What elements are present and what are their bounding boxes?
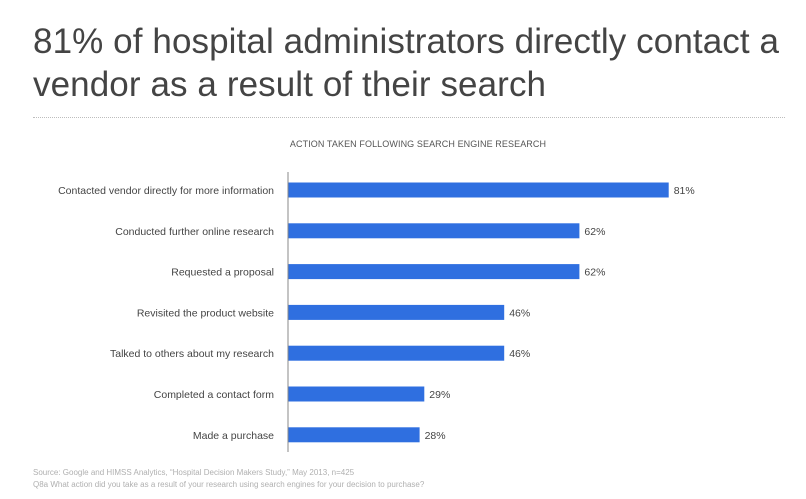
value-label: 46%: [509, 307, 530, 319]
category-label: Contacted vendor directly for more infor…: [58, 185, 274, 197]
category-label: Revisited the product website: [137, 307, 274, 319]
value-label: 62%: [584, 226, 605, 238]
question-footnote: Q8a What action did you take as a result…: [33, 480, 425, 489]
bar: [288, 223, 580, 239]
chart-title: ACTION TAKEN FOLLOWING SEARCH ENGINE RES…: [290, 139, 546, 149]
category-label: Requested a proposal: [171, 267, 274, 279]
bars-layer: [288, 182, 669, 443]
value-label: 62%: [584, 267, 605, 279]
value-label: 46%: [509, 348, 530, 360]
value-label: 29%: [429, 389, 450, 401]
value-label: 28%: [425, 430, 446, 442]
bar-chart: ACTION TAKEN FOLLOWING SEARCH ENGINE RES…: [58, 139, 695, 452]
source-footnote: Source: Google and HIMSS Analytics, “Hos…: [33, 468, 355, 477]
bar: [288, 182, 669, 198]
category-label: Made a purchase: [193, 430, 274, 442]
category-label: Conducted further online research: [115, 226, 274, 238]
bar: [288, 427, 420, 443]
bar: [288, 386, 425, 402]
bar: [288, 304, 505, 320]
category-label: Talked to others about my research: [110, 348, 274, 360]
category-label: Completed a contact form: [154, 389, 274, 401]
value-label: 81%: [674, 185, 695, 197]
bar: [288, 345, 505, 361]
bar: [288, 264, 580, 280]
